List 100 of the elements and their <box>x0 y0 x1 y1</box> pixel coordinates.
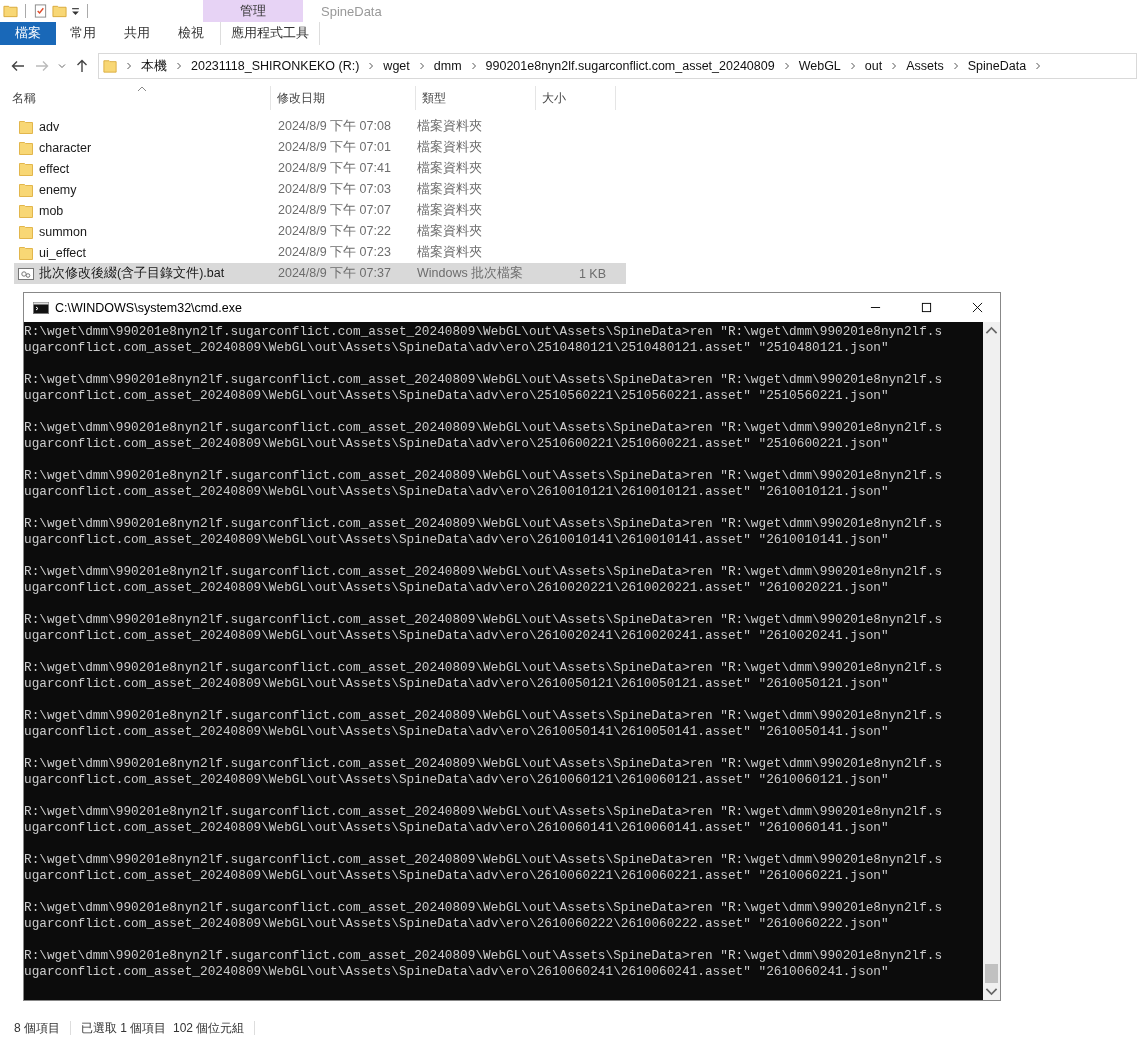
file-name: effect <box>39 161 70 176</box>
breadcrumb[interactable]: 20231118_SHIRONKEKO (R:) <box>191 59 360 73</box>
folder-icon <box>18 181 34 198</box>
dropdown-icon[interactable] <box>71 6 80 16</box>
file-type: 檔案資料夾 <box>416 139 483 156</box>
chevron-right-icon[interactable] <box>368 62 375 70</box>
file-row[interactable]: effect 2024/8/9 下午 07:41 檔案資料夾 <box>14 158 626 179</box>
console-line: R:\wget\dmm\990201e8nyn2lf.sugarconflict.com_asset_20240809\WebGL\out\Assets\SpineData>ren "R:\wget\dmm\990201e8nyn2lf.s <box>24 900 944 916</box>
console-line: ugarconflict.com_asset_20240809\WebGL\out\Assets\SpineData\adv\ero\2610050121\2610050121.asset" "2610050121.json" <box>24 676 890 692</box>
breadcrumb[interactable]: SpineData <box>967 59 1027 73</box>
chevron-right-icon[interactable] <box>952 62 959 70</box>
chevron-right-icon[interactable] <box>849 62 856 70</box>
file-name: ui_effect <box>39 245 87 260</box>
console-icon <box>33 301 49 314</box>
ribbon-tab[interactable]: 檔案 <box>0 22 56 45</box>
file-row[interactable]: summon 2024/8/9 下午 07:22 檔案資料夾 <box>14 221 626 242</box>
file-row[interactable]: enemy 2024/8/9 下午 07:03 檔案資料夾 <box>14 179 626 200</box>
console-line: R:\wget\dmm\990201e8nyn2lf.sugarconflict.com_asset_20240809\WebGL\out\Assets\SpineData>ren "R:\wget\dmm\990201e8nyn2lf.s <box>24 372 944 388</box>
column-header[interactable]: 修改日期 <box>271 86 416 110</box>
contextual-group-label: 管理 <box>240 2 266 20</box>
console-title: C:\WINDOWS\system32\cmd.exe <box>55 300 243 315</box>
file-type: 檔案資料夾 <box>416 244 483 261</box>
chevron-right-icon[interactable] <box>470 62 477 70</box>
folder-icon <box>103 57 117 75</box>
ribbon-tab[interactable]: 應用程式工具 <box>220 22 320 45</box>
modified-date: 2024/8/9 下午 07:37 <box>277 265 392 282</box>
sort-ascending-icon <box>137 86 147 92</box>
modified-date: 2024/8/9 下午 07:08 <box>277 118 392 135</box>
console-line: ugarconflict.com_asset_20240809\WebGL\out\Assets\SpineData\adv\ero\2510560221\2510560221.asset" "2510560221.json" <box>24 388 890 404</box>
column-header[interactable]: 大小 <box>536 86 616 110</box>
back-icon[interactable] <box>10 58 26 74</box>
breadcrumb[interactable]: 990201e8nyn2lf.sugarconflict.com_asset_20240809 <box>485 59 775 73</box>
console-line: ugarconflict.com_asset_20240809\WebGL\out\Assets\SpineData\adv\ero\2610010141\2610010141.asset" "2610010141.json" <box>24 532 890 548</box>
breadcrumb[interactable]: Assets <box>906 59 944 73</box>
console-line: R:\wget\dmm\990201e8nyn2lf.sugarconflict.com_asset_20240809\WebGL\out\Assets\SpineData>ren "R:\wget\dmm\990201e8nyn2lf.s <box>24 564 944 580</box>
scroll-thumb[interactable] <box>985 964 998 983</box>
modified-date: 2024/8/9 下午 07:23 <box>277 244 392 261</box>
gears-file-icon <box>18 265 34 282</box>
modified-date: 2024/8/9 下午 07:03 <box>277 181 392 198</box>
chevron-down-icon[interactable] <box>58 62 66 70</box>
window-title: SpineData <box>321 3 382 19</box>
chevron-right-icon[interactable] <box>418 62 425 70</box>
console-line: R:\wget\dmm\990201e8nyn2lf.sugarconflict.com_asset_20240809\WebGL\out\Assets\SpineData>ren "R:\wget\dmm\990201e8nyn2lf.s <box>24 948 944 964</box>
breadcrumb[interactable]: 本機 <box>141 57 167 75</box>
console-line: ugarconflict.com_asset_20240809\WebGL\out\Assets\SpineData\adv\ero\2610060221\2610060221.asset" "2610060221.json" <box>24 868 890 884</box>
file-type: 檔案資料夾 <box>416 118 483 135</box>
file-row[interactable]: mob 2024/8/9 下午 07:07 檔案資料夾 <box>14 200 626 221</box>
maximize-icon[interactable] <box>921 302 932 313</box>
properties-icon[interactable] <box>33 3 48 19</box>
console-line: R:\wget\dmm\990201e8nyn2lf.sugarconflict.com_asset_20240809\WebGL\out\Assets\SpineData>ren "R:\wget\dmm\990201e8nyn2lf.s <box>24 852 944 868</box>
file-row[interactable]: character 2024/8/9 下午 07:01 檔案資料夾 <box>14 137 626 158</box>
file-type: 檔案資料夾 <box>416 181 483 198</box>
scrollbar[interactable] <box>983 322 1000 1000</box>
address-bar[interactable]: 本機 20231118_SHIRONKEKO (R:) wget dmm 990201e8nyn2lf.sugarconflict.com_asset_20240809 WebGL out Assets SpineData <box>98 53 1137 79</box>
file-name: summon <box>39 224 87 239</box>
file-name: adv <box>39 119 60 134</box>
file-type: 檔案資料夾 <box>416 223 483 240</box>
console-line: ugarconflict.com_asset_20240809\WebGL\out\Assets\SpineData\adv\ero\2610050141\2610050141.asset" "2610050141.json" <box>24 724 890 740</box>
console-line: R:\wget\dmm\990201e8nyn2lf.sugarconflict.com_asset_20240809\WebGL\out\Assets\SpineData>ren "R:\wget\dmm\990201e8nyn2lf.s <box>24 804 944 820</box>
console-line: ugarconflict.com_asset_20240809\WebGL\out\Assets\SpineData\adv\ero\2610060222\2610060222.asset" "2610060222.json" <box>24 916 890 932</box>
file-name: character <box>39 140 92 155</box>
console-line: R:\wget\dmm\990201e8nyn2lf.sugarconflict.com_asset_20240809\WebGL\out\Assets\SpineData>ren "R:\wget\dmm\990201e8nyn2lf.s <box>24 468 944 484</box>
breadcrumb[interactable]: dmm <box>433 59 462 73</box>
folder-icon[interactable] <box>3 3 18 19</box>
console-line: ugarconflict.com_asset_20240809\WebGL\out\Assets\SpineData\adv\ero\2610060241\2610060241.asset" "2610060241.json" <box>24 964 890 980</box>
console-line: ugarconflict.com_asset_20240809\WebGL\out\Assets\SpineData\adv\ero\2510480121\2510480121.asset" "2510480121.json" <box>24 340 890 356</box>
console-line: R:\wget\dmm\990201e8nyn2lf.sugarconflict.com_asset_20240809\WebGL\out\Assets\SpineData>ren "R:\wget\dmm\990201e8nyn2lf.s <box>24 324 944 340</box>
console-line: ugarconflict.com_asset_20240809\WebGL\out\Assets\SpineData\adv\ero\2610020241\2610020241.asset" "2610020241.json" <box>24 628 890 644</box>
file-row[interactable]: 批次修改後綴(含子目錄文件).bat 2024/8/9 下午 07:37 Windows 批次檔案 1 KB <box>14 263 626 284</box>
file-row[interactable]: adv 2024/8/9 下午 07:08 檔案資料夾 <box>14 116 626 137</box>
folder-icon <box>18 223 34 240</box>
file-row[interactable]: ui_effect 2024/8/9 下午 07:23 檔案資料夾 <box>14 242 626 263</box>
breadcrumb[interactable]: wget <box>383 59 410 73</box>
console-line: ugarconflict.com_asset_20240809\WebGL\out\Assets\SpineData\adv\ero\2610010121\2610010121.asset" "2610010121.json" <box>24 484 890 500</box>
console-line: R:\wget\dmm\990201e8nyn2lf.sugarconflict.com_asset_20240809\WebGL\out\Assets\SpineData>ren "R:\wget\dmm\990201e8nyn2lf.s <box>24 756 944 772</box>
chevron-right-icon[interactable] <box>783 62 790 70</box>
file-name: mob <box>39 203 64 218</box>
console-line: ugarconflict.com_asset_20240809\WebGL\out\Assets\SpineData\adv\ero\2610060121\2610060121.asset" "2610060121.json" <box>24 772 890 788</box>
folder-icon <box>18 202 34 219</box>
column-header[interactable]: 類型 <box>416 86 536 110</box>
breadcrumb[interactable]: out <box>864 59 883 73</box>
selection-info: 已選取 1 個項目 102 個位元組 <box>81 1019 245 1037</box>
chevron-right-icon[interactable] <box>891 62 898 70</box>
chevron-right-icon[interactable] <box>126 62 132 70</box>
console-line: R:\wget\dmm\990201e8nyn2lf.sugarconflict.com_asset_20240809\WebGL\out\Assets\SpineData>ren "R:\wget\dmm\990201e8nyn2lf.s <box>24 420 944 436</box>
close-icon[interactable] <box>972 302 983 313</box>
folder-icon <box>18 139 34 156</box>
forward-icon[interactable] <box>34 58 50 74</box>
chevron-right-icon[interactable] <box>1035 62 1042 70</box>
column-header[interactable]: 名稱 <box>0 86 271 110</box>
console-line: ugarconflict.com_asset_20240809\WebGL\out\Assets\SpineData\adv\ero\2510600221\2510600221.asset" "2510600221.json" <box>24 436 890 452</box>
up-icon[interactable] <box>74 58 90 74</box>
modified-date: 2024/8/9 下午 07:22 <box>277 223 392 240</box>
folder-icon <box>18 244 34 261</box>
file-type: 檔案資料夾 <box>416 160 483 177</box>
chevron-right-icon[interactable] <box>176 62 182 70</box>
console-line: R:\wget\dmm\990201e8nyn2lf.sugarconflict.com_asset_20240809\WebGL\out\Assets\SpineData>ren "R:\wget\dmm\990201e8nyn2lf.s <box>24 708 944 724</box>
modified-date: 2024/8/9 下午 07:41 <box>277 160 392 177</box>
breadcrumb[interactable]: WebGL <box>798 59 841 73</box>
modified-date: 2024/8/9 下午 07:07 <box>277 202 392 219</box>
